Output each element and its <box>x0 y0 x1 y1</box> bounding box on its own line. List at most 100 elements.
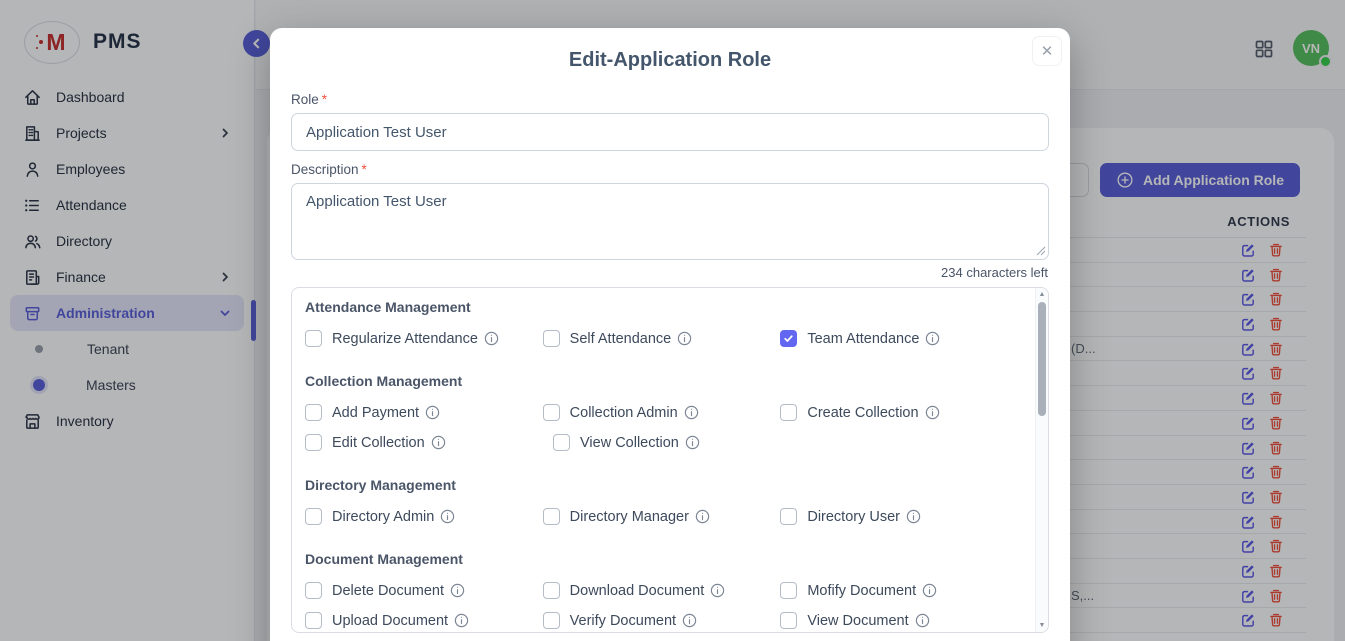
permission-row: Delete Document Download Document Mofify D… <box>305 579 1018 602</box>
permission-label: Download Document <box>570 583 705 599</box>
info-icon[interactable] <box>425 405 440 420</box>
info-icon[interactable] <box>682 613 697 628</box>
required-asterisk: * <box>322 92 327 107</box>
description-label: Description* <box>291 162 1070 177</box>
permission-label: Edit Collection <box>332 435 425 451</box>
info-icon[interactable] <box>685 435 700 450</box>
scrollbar-thumb[interactable] <box>1038 302 1046 416</box>
checkbox-directory-user[interactable] <box>780 508 797 525</box>
scroll-up-arrow[interactable]: ▲ <box>1036 291 1048 298</box>
info-icon[interactable] <box>450 583 465 598</box>
required-asterisk: * <box>362 162 367 177</box>
permission-item-directory-manager: Directory Manager <box>543 508 781 525</box>
permission-item-add-payment: Add Payment <box>305 404 543 421</box>
info-icon[interactable] <box>906 509 921 524</box>
info-icon[interactable] <box>677 331 692 346</box>
permission-item-view-collection: View Collection <box>553 434 801 451</box>
permission-row: Add Payment Collection Admin Create Collec… <box>305 401 1018 424</box>
modal-title: Edit-Application Role <box>270 49 1070 72</box>
permission-row: Regularize Attendance Self Attendance Team… <box>305 327 1018 350</box>
info-icon[interactable] <box>484 331 499 346</box>
checkbox-add-payment[interactable] <box>305 404 322 421</box>
description-textarea[interactable]: Application Test User <box>291 183 1049 260</box>
permission-item-verify-document: Verify Document <box>543 612 781 629</box>
permission-section-document-management: Document Management Delete Document Downlo… <box>305 551 1018 632</box>
permission-label: Create Collection <box>807 405 918 421</box>
checkbox-view-document[interactable] <box>780 612 797 629</box>
permission-section-heading: Attendance Management <box>305 299 1018 315</box>
checkbox-view-collection[interactable] <box>553 434 570 451</box>
checkbox-directory-manager[interactable] <box>543 508 560 525</box>
permission-item-edit-collection: Edit Collection <box>305 434 553 451</box>
permission-item-directory-admin: Directory Admin <box>305 508 543 525</box>
role-label: Role* <box>291 92 1070 107</box>
checkbox-upload-document[interactable] <box>305 612 322 629</box>
info-icon[interactable] <box>695 509 710 524</box>
permission-item-upload-document: Upload Document <box>305 612 543 629</box>
permission-section-attendance-management: Attendance Management Regularize Attendan… <box>305 299 1018 350</box>
checkbox-mofify-document[interactable] <box>780 582 797 599</box>
checkbox-verify-document[interactable] <box>543 612 560 629</box>
scroll-down-arrow[interactable]: ▼ <box>1036 622 1048 629</box>
permission-item-create-collection: Create Collection <box>780 404 1018 421</box>
permission-label: Add Payment <box>332 405 419 421</box>
permission-item-team-attendance: Team Attendance <box>780 330 1018 347</box>
permission-item-regularize-attendance: Regularize Attendance <box>305 330 543 347</box>
permission-label: Team Attendance <box>807 331 919 347</box>
checkbox-self-attendance[interactable] <box>543 330 560 347</box>
info-icon[interactable] <box>710 583 725 598</box>
permission-section-heading: Document Management <box>305 551 1018 567</box>
permission-item-view-document: View Document <box>780 612 1018 629</box>
permission-section-collection-management: Collection Management Add Payment Collecti… <box>305 373 1018 454</box>
checkbox-regularize-attendance[interactable] <box>305 330 322 347</box>
permission-label: View Document <box>807 613 908 629</box>
edit-application-role-modal: Edit-Application Role ✕ Role* Descriptio… <box>270 28 1070 641</box>
permission-item-self-attendance: Self Attendance <box>543 330 781 347</box>
info-icon[interactable] <box>431 435 446 450</box>
permissions-scrollbar[interactable]: ▲ ▼ <box>1035 288 1048 632</box>
permission-item-mofify-document: Mofify Document <box>780 582 1018 599</box>
checkbox-directory-admin[interactable] <box>305 508 322 525</box>
permission-row: Directory Admin Directory Manager Director… <box>305 505 1018 528</box>
permission-item-download-document: Download Document <box>543 582 781 599</box>
permission-label: Verify Document <box>570 613 676 629</box>
permission-row: Upload Document Verify Document View Docum… <box>305 609 1018 632</box>
role-input[interactable] <box>291 113 1049 151</box>
close-button[interactable]: ✕ <box>1032 36 1062 66</box>
permission-label: View Collection <box>580 435 679 451</box>
info-icon[interactable] <box>915 613 930 628</box>
permission-label: Directory Admin <box>332 509 434 525</box>
permission-label: Mofify Document <box>807 583 916 599</box>
info-icon[interactable] <box>440 509 455 524</box>
permission-section-heading: Directory Management <box>305 477 1018 493</box>
checkbox-download-document[interactable] <box>543 582 560 599</box>
permission-label: Delete Document <box>332 583 444 599</box>
info-icon[interactable] <box>925 331 940 346</box>
info-icon[interactable] <box>684 405 699 420</box>
permissions-panel: Attendance Management Regularize Attendan… <box>291 287 1049 633</box>
info-icon[interactable] <box>922 583 937 598</box>
checkbox-create-collection[interactable] <box>780 404 797 421</box>
checkbox-delete-document[interactable] <box>305 582 322 599</box>
permission-label: Regularize Attendance <box>332 331 478 347</box>
checkbox-edit-collection[interactable] <box>305 434 322 451</box>
resize-grip-icon[interactable] <box>1036 246 1046 256</box>
permission-item-directory-user: Directory User <box>780 508 1018 525</box>
permission-section-heading: Collection Management <box>305 373 1018 389</box>
app-root: M PMS DashboardProjectsEmployeesAttendan… <box>0 0 1345 641</box>
info-icon[interactable] <box>454 613 469 628</box>
info-icon[interactable] <box>925 405 940 420</box>
permission-label: Directory Manager <box>570 509 689 525</box>
permission-label: Collection Admin <box>570 405 678 421</box>
permission-item-delete-document: Delete Document <box>305 582 543 599</box>
permission-label: Self Attendance <box>570 331 672 347</box>
permission-row: Edit Collection View Collection <box>305 431 1018 454</box>
permission-section-directory-management: Directory ManagementDirectory AdminDirec… <box>305 477 1018 528</box>
permission-item-collection-admin: Collection Admin <box>543 404 781 421</box>
permissions-sections: Attendance Management Regularize Attendan… <box>292 288 1048 632</box>
checkbox-team-attendance[interactable] <box>780 330 797 347</box>
close-icon: ✕ <box>1041 42 1054 60</box>
checkbox-collection-admin[interactable] <box>543 404 560 421</box>
characters-left-counter: 234 characters left <box>270 265 1048 280</box>
permission-label: Upload Document <box>332 613 448 629</box>
